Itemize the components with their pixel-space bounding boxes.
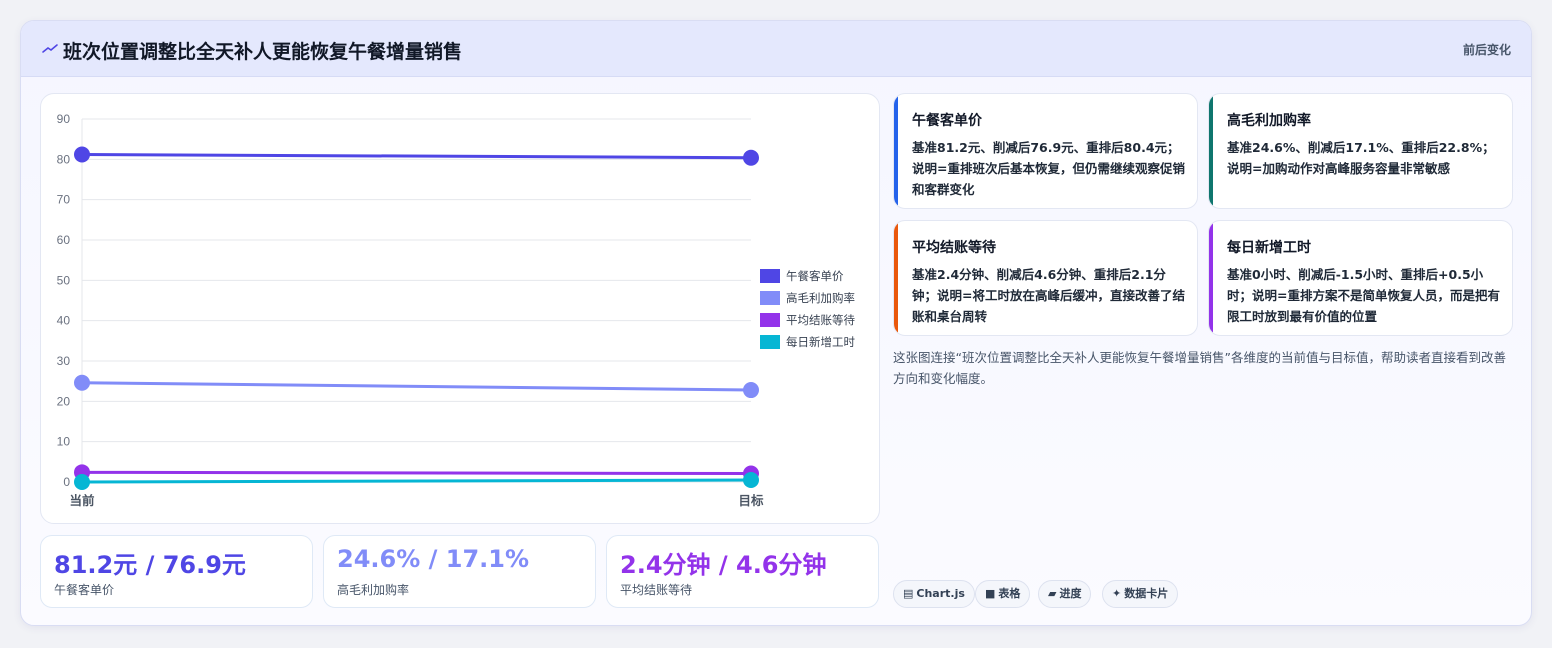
kpi-card: 81.2元 / 76.9元 午餐客单价 [40,535,313,608]
data-point [743,382,759,399]
dashboard-card: 班次位置调整比全天补人更能恢复午餐增量销售 前后变化 0 10 20 30 40 50 60… [20,20,1532,626]
kpi-card: 24.6% / 17.1% 高毛利加购率 [323,535,596,608]
header-right-label: 前后变化 [1462,43,1511,57]
info-card: 平均结账等待 基准2.4分钟、削减后4.6分钟、重排后2.1分钟；说明=将工时放… [893,220,1198,336]
kpi-value: 2.4分钟 / 4.6分钟 [620,551,827,579]
kpi-label: 高毛利加购率 [337,583,410,597]
info-card-title: 高毛利加购率 [1227,113,1311,129]
tag-label: 表格 [998,587,1021,600]
legend-label: 午餐客单价 [786,269,844,283]
line-chart: 0 10 20 30 40 50 60 70 80 90 当前 目标 午餐客单价高毛利加购率 平均结账等待… [40,93,880,524]
info-card-desc: 基准2.4分钟、削减后4.6分钟、重排后2.1分钟；说明=将工时放在高峰后缓冲，… [912,267,1185,324]
info-card-accent [894,221,898,335]
tag-label: 数据卡片 [1124,587,1169,600]
y-tick-label: 60 [57,233,71,247]
info-card-desc: 基准0小时、削减后-1.5小时、重排后+0.5小时；说明=重排方案不是简单恢复人… [1227,267,1500,324]
series-line [81,381,752,392]
kpi-value: 81.2元 / 76.9元 [54,551,246,579]
tag-progress[interactable]: ▰ 进度 [1038,580,1092,608]
tag-label: Chart.js [916,587,965,600]
info-card-title: 平均结账等待 [912,240,996,256]
sparkle-icon: ✦ [1112,587,1122,600]
info-card-desc: 基准24.6%、削减后17.1%、重排后22.8%；说明=加购动作对高峰服务容量… [1227,140,1495,176]
page-title: 班次位置调整比全天补人更能恢复午餐增量销售 [63,41,463,63]
legend-label: 每日新增工时 [786,335,855,349]
series-line [81,152,752,160]
legend-swatch [760,335,780,349]
kpi-value: 24.6% / 17.1% [337,545,529,573]
x-tick-label: 当前 [69,493,95,508]
y-tick-label: 80 [57,152,71,166]
info-card-accent [1209,221,1213,335]
table-icon: ■ [985,587,996,600]
x-tick-label: 目标 [738,493,764,508]
legend-swatch [760,269,780,283]
series-line [81,478,752,484]
info-card-title: 每日新增工时 [1227,240,1311,256]
tag-chartjs[interactable]: ▤ Chart.js [893,580,975,608]
series-line [81,470,752,476]
info-card-accent [894,94,898,208]
card-header: 班次位置调整比全天补人更能恢复午餐增量销售 前后变化 [21,21,1531,77]
progress-icon: ▰ [1048,587,1057,600]
info-card-accent [1209,94,1213,208]
legend-swatch [760,313,780,327]
y-tick-label: 10 [57,435,71,449]
kpi-label: 午餐客单价 [54,583,115,597]
y-tick-label: 70 [57,193,71,207]
legend-label: 高毛利加购率 [786,291,855,305]
info-card-desc: 基准81.2元、削减后76.9元、重排后80.4元；说明=重排班次后基本恢复，但… [912,140,1185,197]
data-point [74,474,90,490]
trend-icon [42,44,58,53]
y-tick-label: 90 [57,112,71,126]
y-tick-label: 40 [57,314,71,328]
info-card: 每日新增工时 基准0小时、削减后-1.5小时、重排后+0.5小时；说明=重排方案… [1208,220,1513,336]
y-tick-label: 50 [57,273,71,287]
tag-data-card[interactable]: ✦ 数据卡片 [1102,580,1179,608]
data-point [743,149,759,166]
chart-svg: 0 10 20 30 40 50 60 70 80 90 当前 目标 午餐客单价高毛利加购率平均结账等待… [57,112,856,508]
data-point [743,471,759,488]
tag-label: 进度 [1059,587,1082,600]
legend-swatch [760,291,780,305]
info-card: 高毛利加购率 基准24.6%、削减后17.1%、重排后22.8%；说明=加购动作… [1208,93,1513,209]
info-card: 午餐客单价 基准81.2元、削减后76.9元、重排后80.4元；说明=重排班次后… [893,93,1198,209]
kpi-label: 平均结账等待 [620,583,693,597]
chart-icon: ▤ [903,587,914,600]
info-card-title: 午餐客单价 [912,113,982,129]
legend-label: 平均结账等待 [786,313,855,327]
y-tick-label: 20 [57,394,71,408]
chart-description: 这张图连接“班次位置调整比全天补人更能恢复午餐增量销售”各维度的当前值与目标值，… [893,350,1506,386]
data-point [74,146,90,163]
y-tick-label: 0 [63,475,70,489]
data-point [74,374,90,391]
y-tick-label: 30 [57,354,71,368]
kpi-card: 2.4分钟 / 4.6分钟 平均结账等待 [606,535,879,608]
tag-table[interactable]: ■ 表格 [975,580,1031,608]
